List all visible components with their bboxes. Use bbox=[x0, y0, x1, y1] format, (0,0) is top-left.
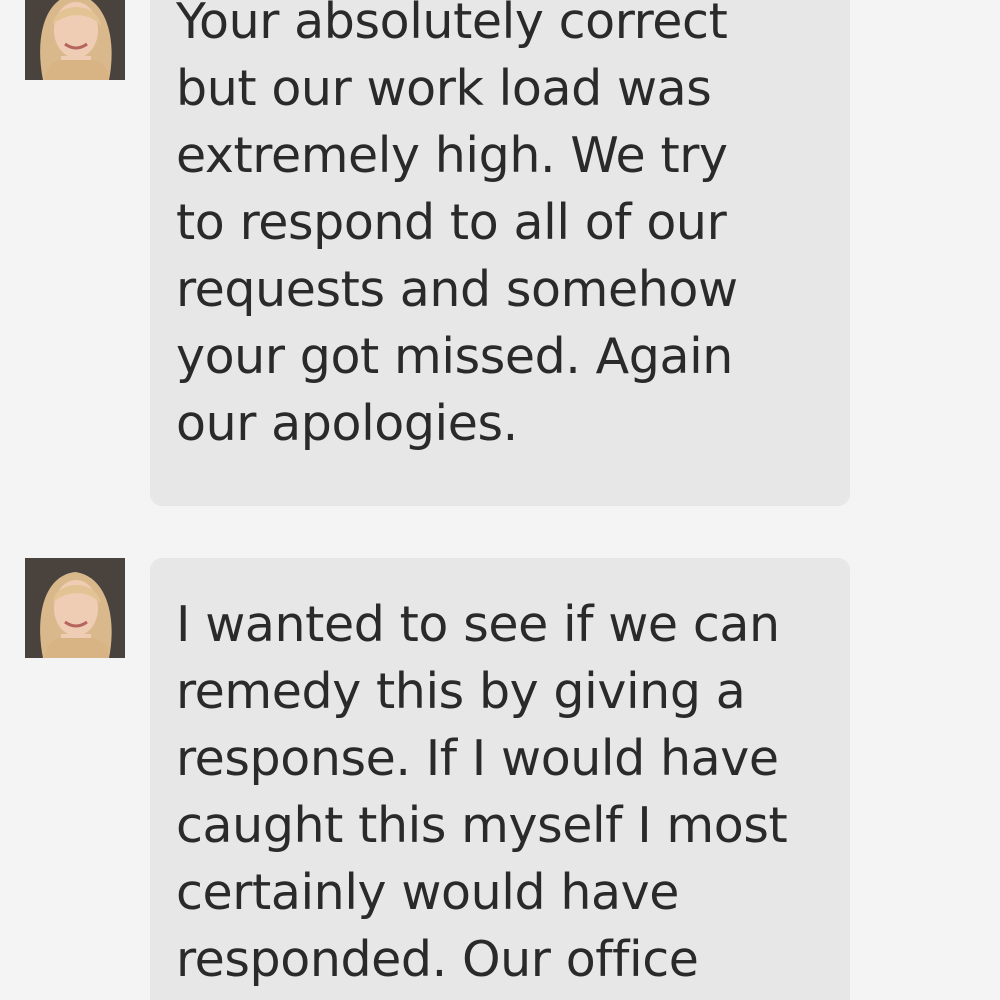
message-line: to respond to all of our bbox=[176, 194, 727, 251]
message-text: Your absolutely correct but our work loa… bbox=[176, 0, 738, 457]
avatar[interactable] bbox=[25, 0, 125, 80]
message-line: extremely high. We try bbox=[176, 127, 728, 184]
message-bubble: I wanted to see if we can remedy this by… bbox=[150, 558, 850, 1000]
message-line: our apologies. bbox=[176, 395, 518, 452]
message-line: caught this myself I most bbox=[176, 797, 788, 854]
message-bubble: Your absolutely correct but our work loa… bbox=[150, 0, 850, 506]
message-line: requests and somehow bbox=[176, 261, 738, 318]
message-line: response. If I would have bbox=[176, 730, 779, 787]
message-line: responded. Our office bbox=[176, 931, 699, 988]
message-line: Your absolutely correct bbox=[176, 0, 728, 50]
avatar-photo-icon bbox=[25, 0, 125, 80]
message-line: but our work load was bbox=[176, 60, 712, 117]
avatar[interactable] bbox=[25, 558, 125, 658]
message-line: I wanted to see if we can bbox=[176, 596, 780, 653]
message-line: your got missed. Again bbox=[176, 328, 733, 385]
message-line: remedy this by giving a bbox=[176, 663, 746, 720]
message-line: certainly would have bbox=[176, 864, 679, 921]
message-text: I wanted to see if we can remedy this by… bbox=[176, 591, 788, 993]
avatar-photo-icon bbox=[25, 558, 125, 658]
